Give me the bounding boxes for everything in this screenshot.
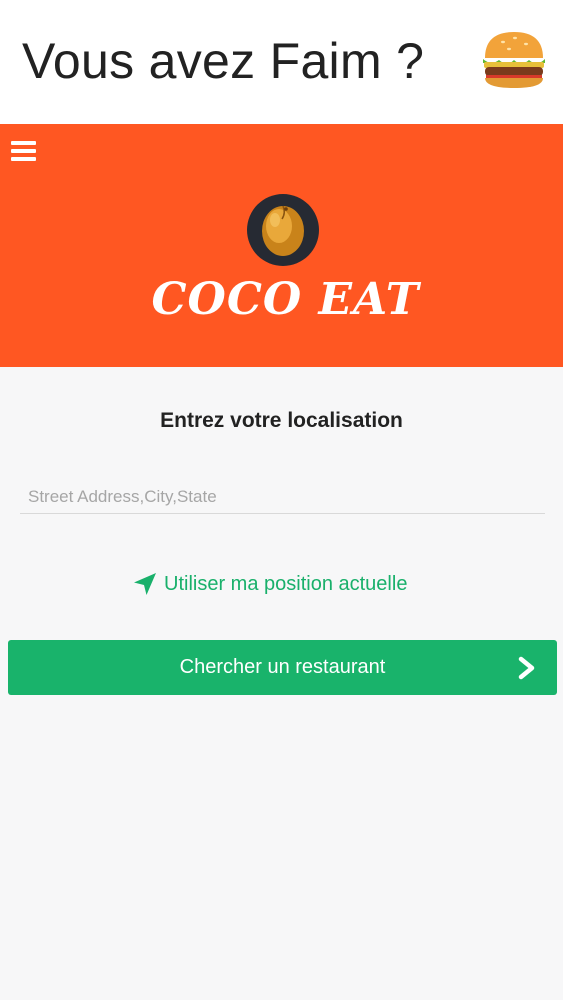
location-heading: Entrez votre localisation [160, 409, 403, 432]
app-screen: COCO EAT Entrez votre localisation Utili… [0, 124, 563, 1000]
use-current-location-link[interactable]: Utiliser ma position actuelle [133, 568, 407, 600]
chevron-right-icon [518, 656, 535, 680]
hamburger-menu-icon[interactable] [10, 138, 38, 164]
hero-banner: COCO EAT [0, 124, 563, 367]
promo-header: Vous avez Faim ? [0, 0, 563, 124]
search-button-label: Chercher un restaurant [179, 656, 386, 678]
burger-icon [483, 32, 545, 88]
navigation-arrow-icon [134, 573, 156, 595]
brand-name: COCO EAT [151, 274, 420, 325]
coconut-logo-icon [247, 194, 319, 266]
address-input[interactable] [20, 480, 545, 514]
promo-headline: Vous avez Faim ? [22, 33, 425, 89]
search-restaurant-button[interactable]: Chercher un restaurant [8, 640, 557, 695]
use-location-label: Utiliser ma position actuelle [164, 572, 408, 595]
